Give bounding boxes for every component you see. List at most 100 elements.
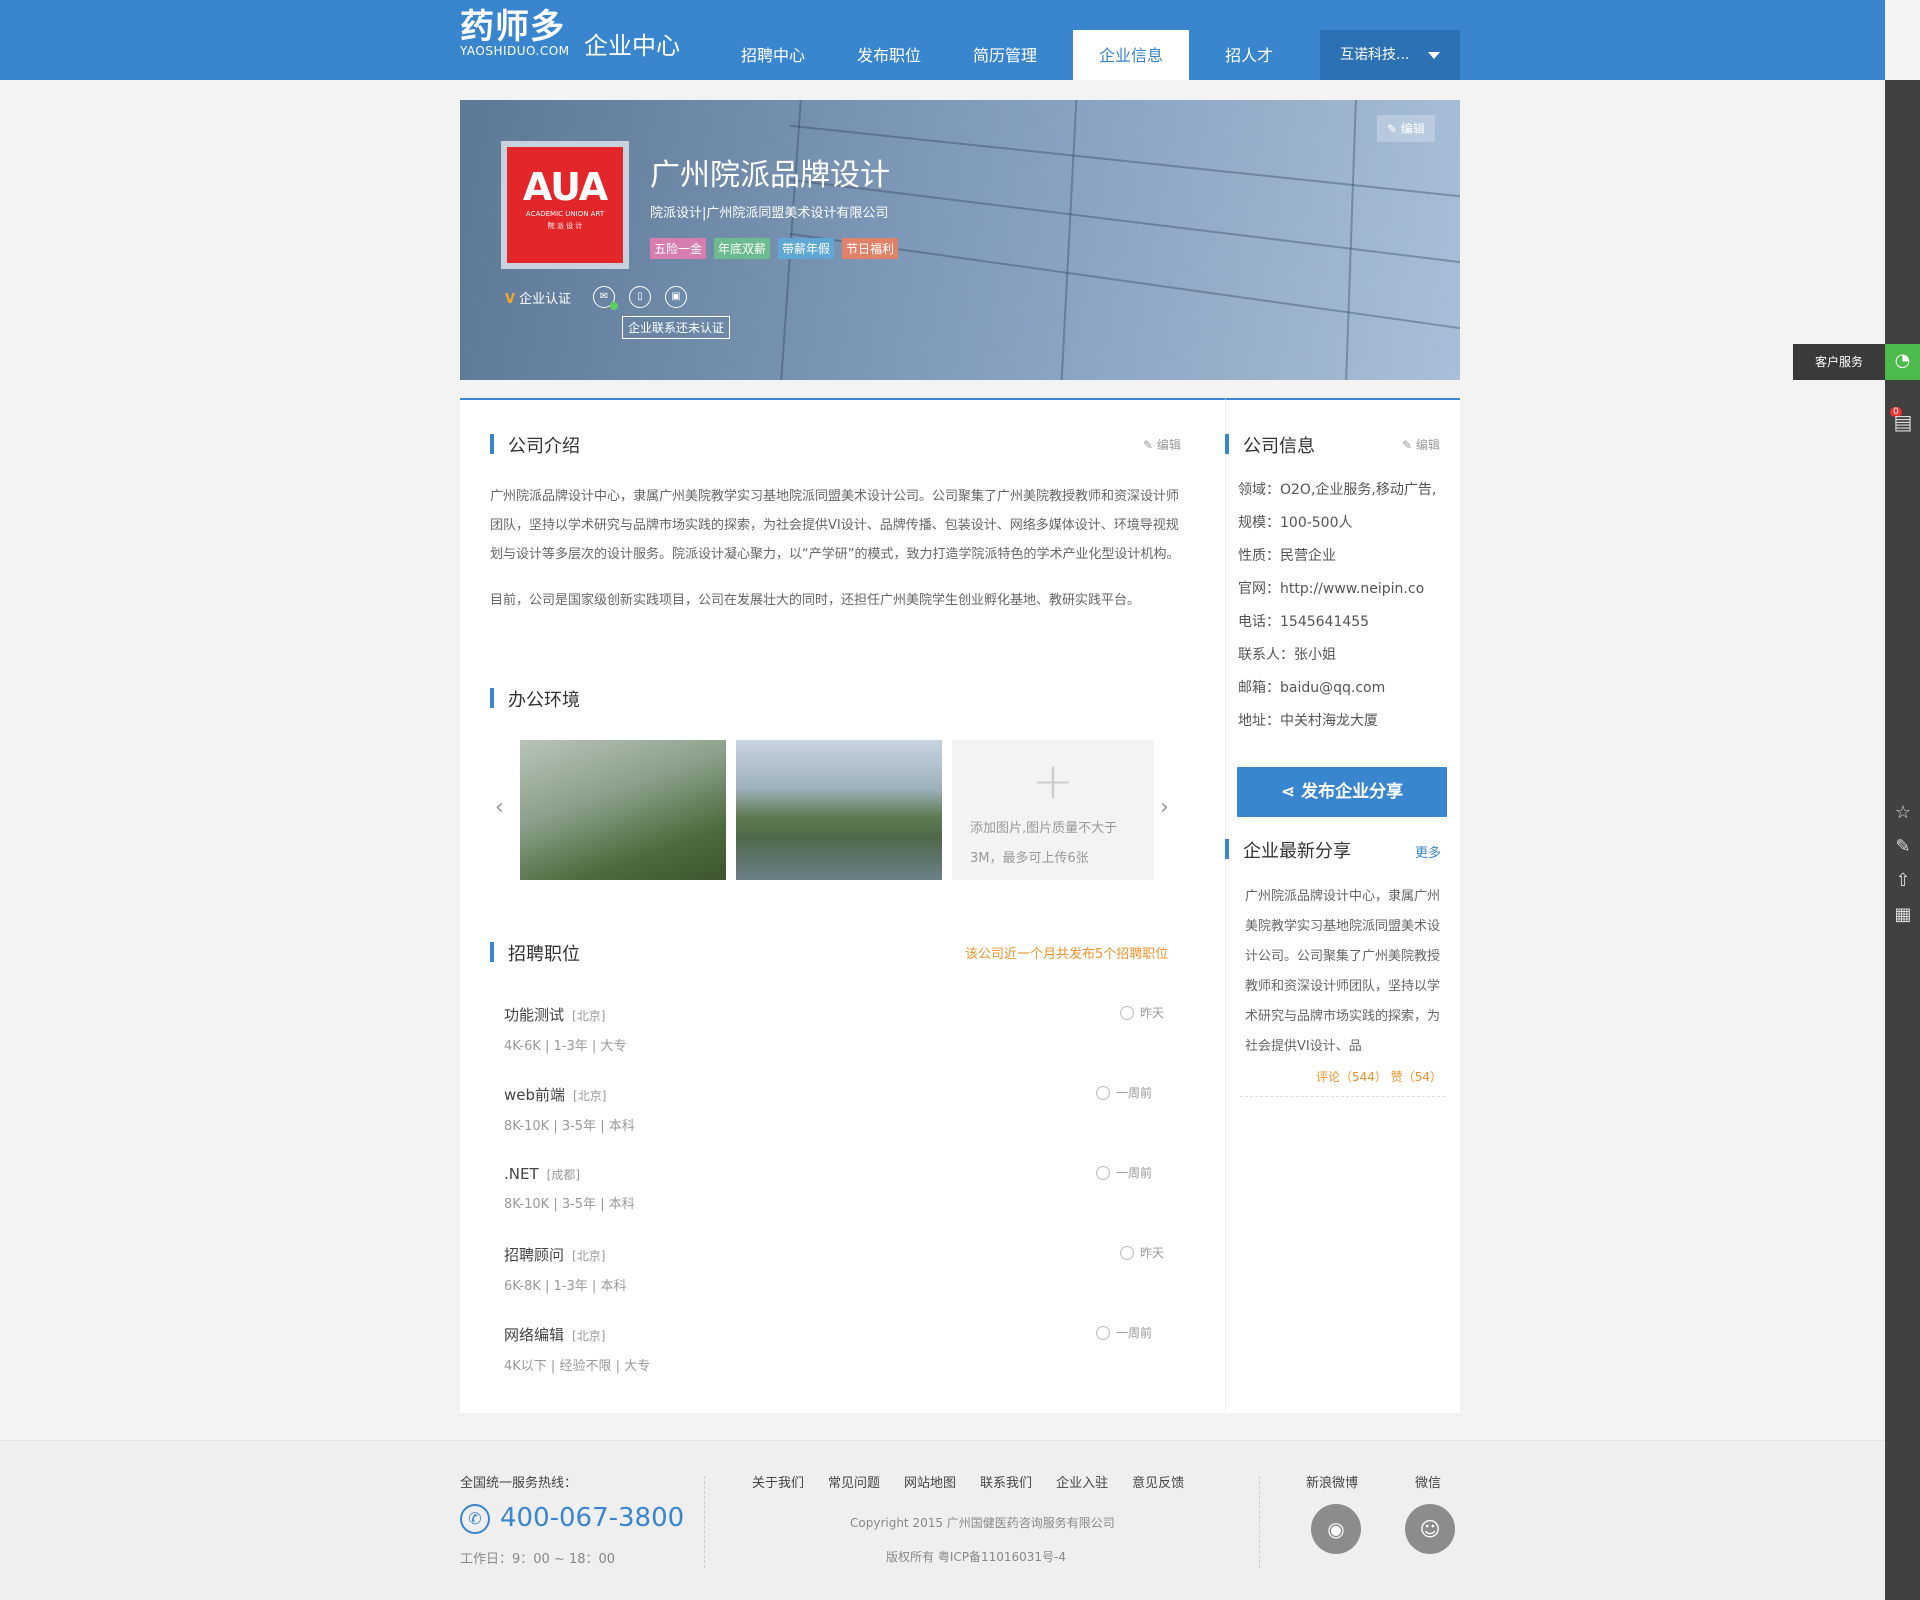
job-meta: 4K-6K | 1-3年 | 大专 xyxy=(504,1039,627,1054)
phone-icon: ✆ xyxy=(460,1504,490,1534)
job-title[interactable]: 功能测试 xyxy=(504,1006,564,1024)
job-time: 一周前 xyxy=(1095,1164,1152,1181)
info-address: 地址：中关村海龙大厦 xyxy=(1238,713,1378,729)
job-time: 昨天 xyxy=(1119,1244,1164,1261)
share-post-text[interactable]: 广州院派品牌设计中心，隶属广州美院教学实习基地院派同盟美术设计公司。公司聚集了广… xyxy=(1245,882,1445,1062)
info-type: 性质：民营企业 xyxy=(1238,548,1336,564)
wechat-label: 微信 xyxy=(1415,1476,1442,1491)
weibo-icon[interactable]: ◉ xyxy=(1311,1504,1361,1554)
share-icon: ⋖ xyxy=(1280,782,1302,802)
job-item[interactable]: 功能测试 [北京] 4K-6K | 1-3年 | 大专 昨天 xyxy=(504,1004,1164,1054)
benefit-tags: 五险一金 年底双薪 带薪年假 节日福利 xyxy=(650,238,899,259)
edit-icon[interactable]: ✎ xyxy=(1891,836,1915,857)
top-nav-bar: 药师多 YAOSHIDUO.COM 企业中心 招聘中心 发布职位 简历管理 企业… xyxy=(0,0,1885,80)
wechat-icon[interactable]: ☺ xyxy=(1405,1504,1455,1554)
publish-share-button[interactable]: ⋖ 发布企业分享 xyxy=(1237,767,1447,817)
job-city: [北京] xyxy=(572,1249,606,1263)
company-info-list: 领域：O2O,企业服务,移动广告, 规模：100-500人 性质：民营企业 官网… xyxy=(1238,474,1436,738)
account-dropdown[interactable]: 互诺科技... xyxy=(1320,30,1460,80)
working-hours: 工作日：9：00 ~ 18：00 xyxy=(460,1552,616,1567)
notes-icon[interactable]: ▤ xyxy=(1891,410,1915,434)
chevron-right-icon[interactable]: › xyxy=(1160,795,1169,820)
job-title[interactable]: 招聘顾问 xyxy=(504,1246,564,1264)
job-item[interactable]: 网络编辑 [北京] 4K以下 | 经验不限 | 大专 一周前 xyxy=(504,1324,1164,1374)
company-logo: AUA ACADEMIC UNION ART 院 派 设 计 xyxy=(501,141,629,269)
office-photo[interactable] xyxy=(736,740,942,880)
nav-resume-manage[interactable]: 简历管理 xyxy=(947,30,1063,80)
logo-cn: 院 派 设 计 xyxy=(547,222,583,230)
pencil-icon: ✎ xyxy=(1143,438,1157,452)
star-icon[interactable]: ☆ xyxy=(1891,802,1915,823)
job-city: [成都] xyxy=(546,1168,581,1182)
jobs-title: 招聘职位 xyxy=(490,940,580,966)
verified-v-icon: V xyxy=(505,292,516,307)
chevron-left-icon[interactable]: ‹ xyxy=(495,795,504,820)
job-title[interactable]: 网络编辑 xyxy=(504,1326,564,1344)
banner-edit-button[interactable]: ✎ 编辑 xyxy=(1377,115,1435,142)
company-info-title: 公司信息 xyxy=(1225,432,1315,458)
customer-service-label[interactable]: 客户服务 xyxy=(1793,344,1885,380)
add-photo-button[interactable]: + 添加图片,图片质量不大于3M，最多可上传6张 xyxy=(952,740,1154,880)
job-meta: 8K-10K | 3-5年 | 本科 xyxy=(504,1197,635,1212)
back-to-top-icon[interactable]: ⇧ xyxy=(1891,870,1915,891)
phone-verify-icon[interactable]: ▯ xyxy=(629,286,651,308)
office-photos: + 添加图片,图片质量不大于3M，最多可上传6张 xyxy=(520,740,1154,880)
nav-company-info[interactable]: 企业信息 xyxy=(1073,30,1190,80)
company-verification: V 企业认证 xyxy=(505,292,572,307)
job-time: 昨天 xyxy=(1119,1004,1164,1021)
clock-icon xyxy=(1119,1006,1134,1020)
footer-link-faq[interactable]: 常见问题 xyxy=(828,1472,880,1491)
footer-link-feedback[interactable]: 意见反馈 xyxy=(1132,1472,1184,1491)
job-meta: 8K-10K | 3-5年 | 本科 xyxy=(504,1119,635,1134)
job-item[interactable]: web前端 [北京] 8K-10K | 3-5年 | 本科 一周前 xyxy=(504,1084,1164,1134)
icp-record: 版权所有 粤ICP备11016031号-4 xyxy=(886,1550,1067,1564)
intro-edit-button[interactable]: ✎ 编辑 xyxy=(1143,436,1181,453)
job-item[interactable]: 招聘顾问 [北京] 6K-8K | 1-3年 | 本科 昨天 xyxy=(504,1244,1164,1294)
site-logo[interactable]: 药师多 YAOSHIDUO.COM xyxy=(460,6,570,58)
email-verify-icon[interactable]: ✉ xyxy=(593,286,618,310)
job-city: [北京] xyxy=(572,1009,606,1023)
intro-title: 公司介绍 xyxy=(490,432,580,458)
job-item[interactable]: .NET [成都] 8K-10K | 3-5年 | 本科 一周前 xyxy=(504,1164,1164,1212)
office-photo[interactable] xyxy=(520,740,726,880)
job-title[interactable]: .NET xyxy=(504,1165,539,1183)
info-phone: 电话：1545641455 xyxy=(1238,614,1370,630)
nav-recruit-center[interactable]: 招聘中心 xyxy=(715,30,831,80)
job-title[interactable]: web前端 xyxy=(504,1086,565,1104)
footer-link-join[interactable]: 企业入驻 xyxy=(1056,1472,1108,1491)
qq-icon[interactable]: ◔ xyxy=(1885,344,1920,380)
verification-icons: ✉ ▯ ▣ xyxy=(593,286,687,310)
weibo-label: 新浪微博 xyxy=(1306,1476,1359,1491)
clock-icon xyxy=(1095,1086,1110,1100)
add-photo-hint: 添加图片,图片质量不大于3M，最多可上传6张 xyxy=(970,821,1118,866)
divider xyxy=(704,1476,705,1568)
office-title: 办公环境 xyxy=(490,686,580,712)
qr-code-icon[interactable]: ▦ xyxy=(1891,904,1915,925)
logo-subtext: YAOSHIDUO.COM xyxy=(460,44,570,58)
job-city: [北京] xyxy=(572,1329,606,1343)
verify-tooltip: 企业联系还未认证 xyxy=(622,316,731,339)
share-stats[interactable]: 评论（544） 赞（54） xyxy=(1316,1068,1442,1085)
nav-find-talent[interactable]: 招人才 xyxy=(1199,30,1299,80)
info-website[interactable]: 官网：http://www.neipin.co xyxy=(1238,573,1436,606)
company-intro: 广州院派品牌设计中心，隶属广州美院教学实习基地院派同盟美术设计公司。公司聚集了广… xyxy=(490,482,1190,615)
divider xyxy=(1259,1476,1260,1568)
footer-link-sitemap[interactable]: 网站地图 xyxy=(904,1472,956,1491)
chevron-down-icon xyxy=(1428,52,1440,59)
license-verify-icon[interactable]: ▣ xyxy=(665,286,687,308)
logo-mark: AUA xyxy=(522,165,608,209)
main-nav: 招聘中心 发布职位 简历管理 企业信息 招人才 xyxy=(715,30,1299,80)
job-meta: 6K-8K | 1-3年 | 本科 xyxy=(504,1279,627,1294)
job-time: 一周前 xyxy=(1095,1324,1152,1341)
hotline-number: 400-067-3800 xyxy=(500,1503,685,1533)
clock-icon xyxy=(1095,1326,1110,1340)
divider xyxy=(1240,1096,1445,1097)
more-link[interactable]: 更多 xyxy=(1415,842,1441,861)
footer-link-contact[interactable]: 联系我们 xyxy=(980,1472,1032,1491)
logo-text: 药师多 xyxy=(460,7,565,47)
pencil-icon: ✎ xyxy=(1387,122,1401,136)
job-time: 一周前 xyxy=(1095,1084,1152,1101)
nav-post-job[interactable]: 发布职位 xyxy=(831,30,947,80)
footer-link-about[interactable]: 关于我们 xyxy=(752,1472,804,1491)
company-info-edit-button[interactable]: ✎ 编辑 xyxy=(1402,436,1440,453)
